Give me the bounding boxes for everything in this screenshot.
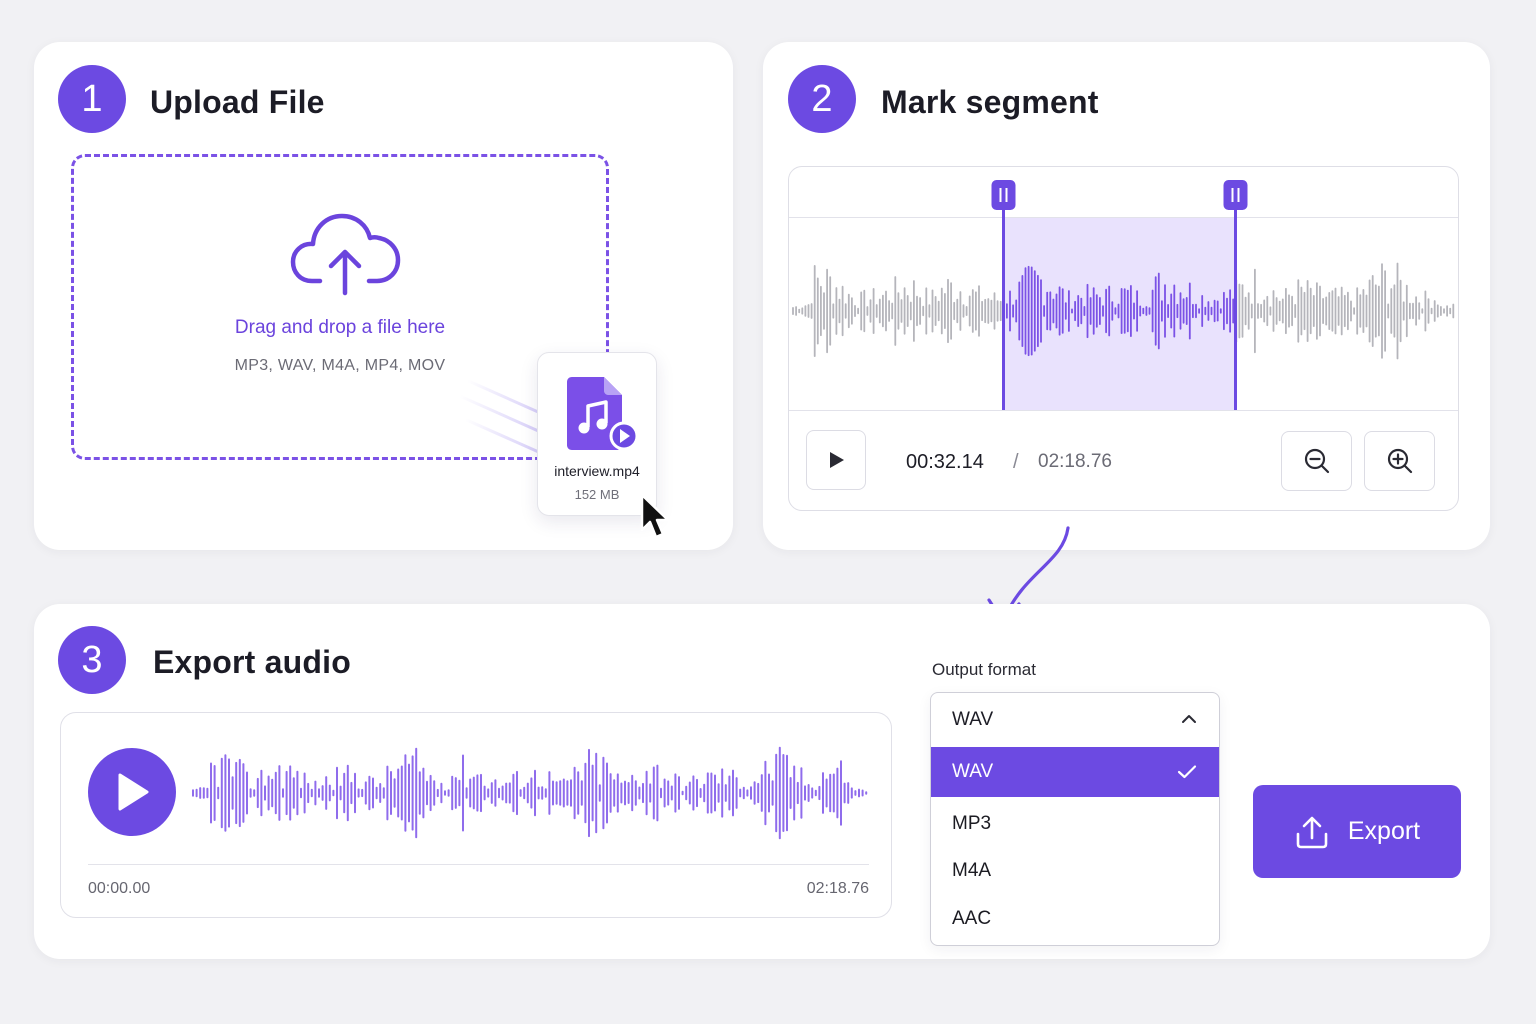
waveform-editor: 00:32.14 / 02:18.76 — [788, 166, 1459, 511]
segment-waveform[interactable] — [789, 167, 1458, 410]
format-option-mp3[interactable]: MP3 — [931, 799, 1219, 849]
format-option-m4a[interactable]: M4A — [931, 846, 1219, 896]
export-waveform[interactable] — [191, 743, 871, 843]
format-option-aac[interactable]: AAC — [931, 894, 1219, 944]
time-separator: / — [1013, 451, 1019, 473]
step-1-title: Upload File — [150, 84, 325, 120]
format-option-wav[interactable]: WAV — [931, 747, 1219, 797]
play-button[interactable] — [88, 748, 176, 836]
option-label: WAV — [952, 761, 994, 782]
step-1-badge: 1 — [58, 65, 126, 133]
check-icon — [1177, 765, 1197, 779]
current-time: 00:32.14 — [906, 451, 984, 473]
play-icon — [830, 452, 844, 468]
progress-track[interactable] — [88, 864, 869, 865]
dropzone-title: Drag and drop a file here — [234, 317, 446, 338]
upload-icon — [1296, 816, 1328, 848]
total-time: 02:18.76 — [1038, 451, 1112, 472]
step-2-title: Mark segment — [881, 84, 1099, 120]
chevron-up-icon — [1182, 715, 1196, 723]
zoom-out-icon — [1304, 448, 1329, 474]
output-format-label: Output format — [932, 660, 1036, 679]
step-2-badge: 2 — [788, 65, 856, 133]
step-3-title: Export audio — [153, 644, 351, 680]
select-trigger[interactable]: WAV — [931, 693, 1219, 748]
file-dropzone[interactable]: Drag and drop a file here MP3, WAV, M4A,… — [71, 154, 609, 460]
audio-player: 00:00.00 02:18.76 — [60, 712, 892, 918]
zoom-in-button[interactable] — [1364, 431, 1435, 491]
output-format-select[interactable]: WAV WAV MP3 M4A AAC — [930, 692, 1220, 946]
option-label: M4A — [952, 860, 992, 881]
upload-card: 1 Upload File Drag and drop a file here … — [34, 42, 733, 550]
export-button[interactable]: Export — [1253, 785, 1461, 878]
export-label: Export — [1347, 817, 1421, 845]
play-button[interactable] — [806, 430, 866, 490]
mark-segment-card: 2 Mark segment 00:32.14 / 02:18.76 — [763, 42, 1490, 624]
file-name: interview.mp4 — [554, 463, 640, 479]
segment-end-handle[interactable] — [1223, 180, 1248, 210]
controls-divider — [789, 410, 1458, 411]
step-number: 2 — [811, 77, 833, 120]
step-number: 1 — [81, 77, 103, 120]
option-label: MP3 — [952, 813, 992, 834]
step-number: 3 — [81, 638, 103, 681]
step-3-badge: 3 — [58, 626, 126, 694]
cloud-upload-icon — [290, 213, 401, 296]
player-end-time: 02:18.76 — [806, 880, 869, 897]
export-card: 3 Export audio 00:00.00 02:18.76 Output … — [34, 604, 1490, 959]
option-label: AAC — [952, 908, 992, 929]
zoom-out-button[interactable] — [1281, 431, 1352, 491]
zoom-in-icon — [1387, 448, 1412, 474]
music-file-icon — [567, 377, 638, 451]
segment-start-handle[interactable] — [991, 180, 1016, 210]
supported-formats: MP3, WAV, M4A, MP4, MOV — [234, 357, 446, 374]
selected-format-value: WAV — [952, 709, 994, 730]
player-start-time: 00:00.00 — [88, 880, 151, 897]
play-icon — [118, 773, 149, 811]
mouse-cursor-icon — [640, 493, 670, 539]
